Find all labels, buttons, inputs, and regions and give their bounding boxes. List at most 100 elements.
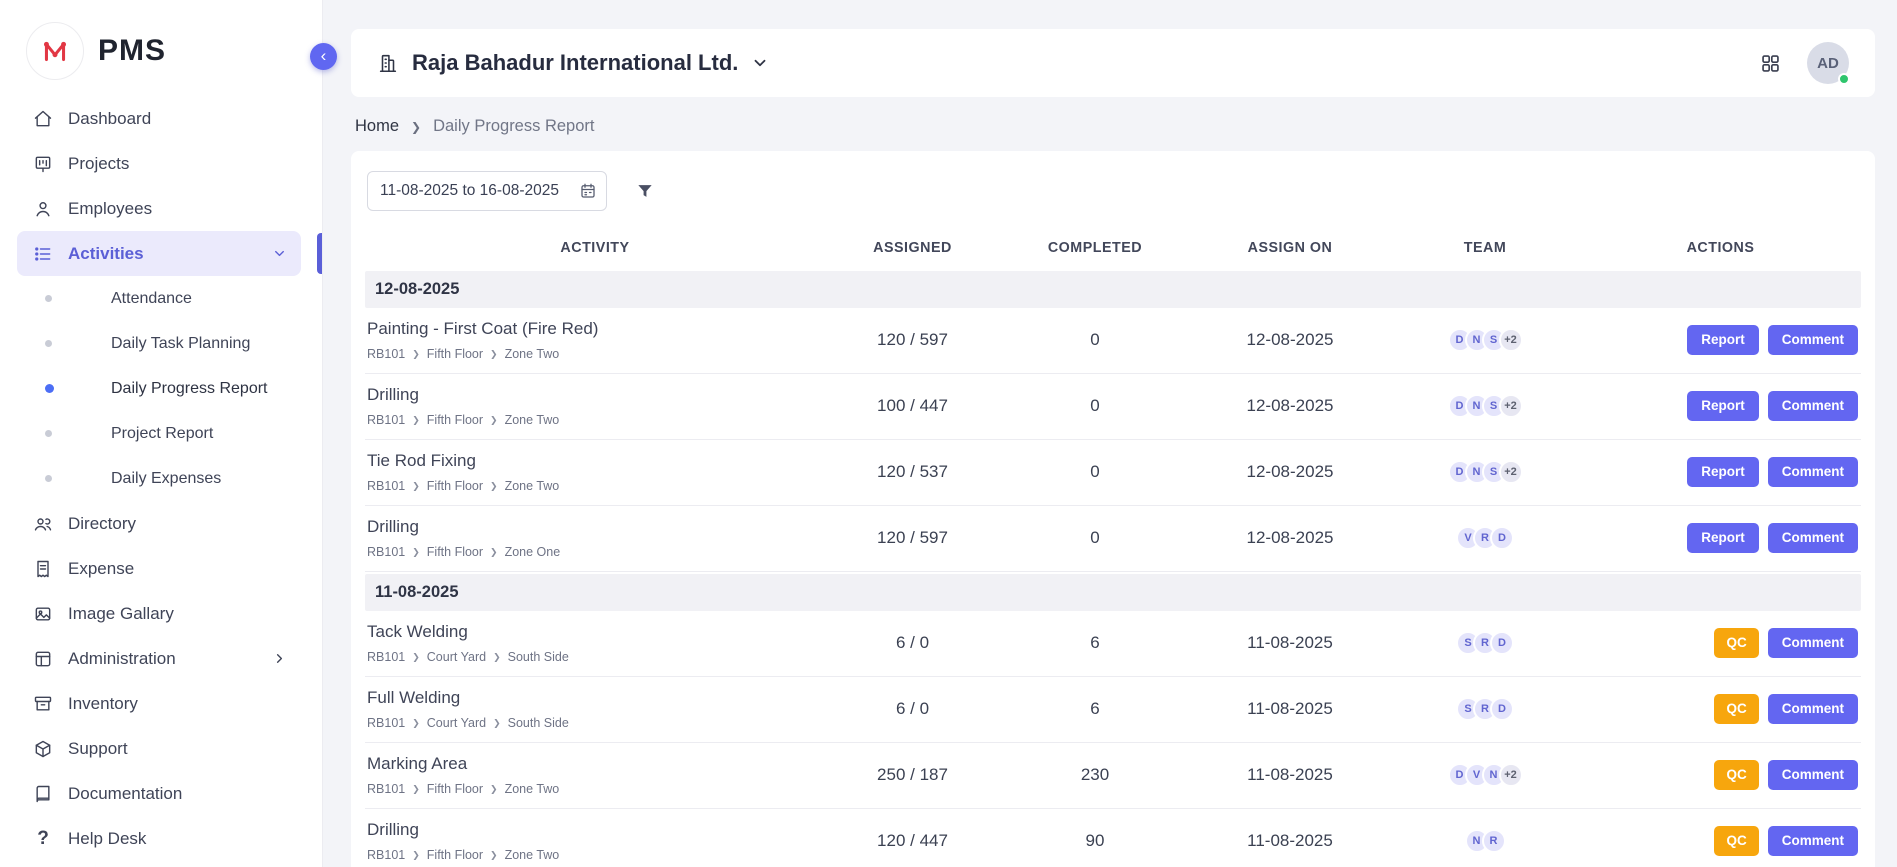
apps-grid-icon[interactable] <box>1760 53 1781 74</box>
team-avatar[interactable]: R <box>1482 829 1506 853</box>
activity-path: RB101❯Court Yard❯South Side <box>367 650 825 664</box>
sidebar-subitem-attendance[interactable]: Attendance <box>0 276 322 321</box>
company-selector[interactable]: Raja Bahadur International Ltd. <box>377 50 769 76</box>
progress-table: ACTIVITY ASSIGNED COMPLETED ASSIGN ON TE… <box>365 227 1861 867</box>
sidebar-subitem-project-report[interactable]: Project Report <box>0 411 322 456</box>
qc-button[interactable]: QC <box>1714 826 1758 856</box>
activity-cell: Full Welding RB101❯Court Yard❯South Side <box>365 688 825 730</box>
comment-button[interactable]: Comment <box>1768 391 1858 421</box>
column-header: ASSIGN ON <box>1190 240 1390 256</box>
sidebar-item-activities[interactable]: Activities <box>17 231 301 276</box>
breadcrumb-home[interactable]: Home <box>355 117 399 136</box>
sidebar-item-inventory[interactable]: Inventory <box>17 681 301 726</box>
sidebar-item-projects[interactable]: Projects <box>17 141 301 186</box>
sidebar-item-label: Projects <box>68 154 129 174</box>
team-extra-count[interactable]: +2 <box>1499 394 1523 418</box>
qc-button[interactable]: QC <box>1714 628 1758 658</box>
path-chevron-icon: ❯ <box>490 481 498 492</box>
path-segment: RB101 <box>367 650 405 664</box>
comment-button[interactable]: Comment <box>1768 325 1858 355</box>
team-avatar[interactable]: D <box>1490 526 1514 550</box>
sidebar-item-employees[interactable]: Employees <box>17 186 301 231</box>
activity-cell: Tie Rod Fixing RB101❯Fifth Floor❯Zone Tw… <box>365 451 825 493</box>
sidebar-item-help-desk[interactable]: ? Help Desk <box>17 816 301 861</box>
report-button[interactable]: Report <box>1687 391 1759 421</box>
chevron-left-icon: ‹ <box>321 47 327 64</box>
group-date: 11-08-2025 <box>375 583 459 602</box>
online-status-dot <box>1838 73 1850 85</box>
date-range-picker[interactable] <box>367 171 607 211</box>
path-segment: Zone One <box>505 545 561 559</box>
comment-button[interactable]: Comment <box>1768 760 1858 790</box>
book-icon <box>33 784 53 804</box>
building-icon <box>377 52 399 74</box>
row-actions: Report Comment <box>1580 523 1861 553</box>
sidebar-item-dashboard[interactable]: Dashboard <box>17 96 301 141</box>
column-header: ACTIVITY <box>365 240 825 256</box>
sidebar-item-label: Support <box>68 739 128 759</box>
comment-button[interactable]: Comment <box>1768 457 1858 487</box>
comment-button[interactable]: Comment <box>1768 826 1858 856</box>
path-chevron-icon: ❯ <box>490 784 498 795</box>
team-avatars: SRD <box>1390 697 1580 721</box>
table-body: 12-08-2025 Painting - First Coat (Fire R… <box>365 271 1861 867</box>
activity-cell: Painting - First Coat (Fire Red) RB101❯F… <box>365 319 825 361</box>
user-avatar[interactable]: AD <box>1807 42 1849 84</box>
qc-button[interactable]: QC <box>1714 760 1758 790</box>
team-avatar[interactable]: D <box>1490 631 1514 655</box>
column-header: ASSIGNED <box>825 240 1000 256</box>
activity-path: RB101❯Fifth Floor❯Zone Two <box>367 413 825 427</box>
sidebar-collapse-button[interactable]: ‹ <box>310 43 337 70</box>
sidebar-item-label: Administration <box>68 649 176 669</box>
comment-button[interactable]: Comment <box>1768 523 1858 553</box>
sidebar-subitem-label: Daily Progress Report <box>111 380 268 398</box>
sidebar-item-support[interactable]: Support <box>17 726 301 771</box>
assign-on-value: 12-08-2025 <box>1190 528 1390 548</box>
sidebar-item-administration[interactable]: Administration <box>17 636 301 681</box>
qc-button[interactable]: QC <box>1714 694 1758 724</box>
breadcrumb-current: Daily Progress Report <box>433 117 594 136</box>
team-extra-count[interactable]: +2 <box>1499 328 1523 352</box>
assigned-value: 6 / 0 <box>825 633 1000 653</box>
date-range-field[interactable] <box>367 171 607 211</box>
table-row: Marking Area RB101❯Fifth Floor❯Zone Two … <box>365 743 1861 809</box>
team-extra-count[interactable]: +2 <box>1499 460 1523 484</box>
path-chevron-icon: ❯ <box>493 652 501 663</box>
report-button[interactable]: Report <box>1687 457 1759 487</box>
app-logo[interactable]: PMS <box>0 0 322 96</box>
path-segment: RB101 <box>367 848 405 862</box>
team-avatar[interactable]: D <box>1490 697 1514 721</box>
assign-on-value: 12-08-2025 <box>1190 462 1390 482</box>
bullet-dot-icon <box>45 340 52 347</box>
company-name: Raja Bahadur International Ltd. <box>412 50 738 76</box>
report-button[interactable]: Report <box>1687 325 1759 355</box>
comment-button[interactable]: Comment <box>1768 628 1858 658</box>
row-actions: QC Comment <box>1580 694 1861 724</box>
assign-on-value: 11-08-2025 <box>1190 831 1390 851</box>
filter-icon[interactable] <box>635 181 655 201</box>
sidebar-item-documentation[interactable]: Documentation <box>17 771 301 816</box>
path-segment: Fifth Floor <box>427 848 483 862</box>
assign-on-value: 11-08-2025 <box>1190 765 1390 785</box>
path-segment: Fifth Floor <box>427 545 483 559</box>
content-card: ACTIVITY ASSIGNED COMPLETED ASSIGN ON TE… <box>351 151 1875 867</box>
activity-cell: Drilling RB101❯Fifth Floor❯Zone Two <box>365 385 825 427</box>
sidebar-subitem-daily-task-planning[interactable]: Daily Task Planning <box>0 321 322 366</box>
sidebar-item-expense[interactable]: Expense <box>17 546 301 591</box>
sidebar-subitem-daily-expenses[interactable]: Daily Expenses <box>0 456 322 501</box>
path-segment: Zone Two <box>505 782 560 796</box>
path-segment: RB101 <box>367 347 405 361</box>
chevron-right-icon <box>272 651 287 666</box>
sidebar-item-label: Dashboard <box>68 109 151 129</box>
chevron-down-icon <box>751 54 769 72</box>
activity-path: RB101❯Court Yard❯South Side <box>367 716 825 730</box>
activity-title: Tack Welding <box>367 622 825 642</box>
report-button[interactable]: Report <box>1687 523 1759 553</box>
sidebar-item-image-gallery[interactable]: Image Gallary <box>17 591 301 636</box>
comment-button[interactable]: Comment <box>1768 694 1858 724</box>
sidebar-item-directory[interactable]: Directory <box>17 501 301 546</box>
team-extra-count[interactable]: +2 <box>1499 763 1523 787</box>
sidebar-subitem-daily-progress-report[interactable]: Daily Progress Report <box>0 366 322 411</box>
assign-on-value: 12-08-2025 <box>1190 330 1390 350</box>
completed-value: 6 <box>1000 699 1190 719</box>
